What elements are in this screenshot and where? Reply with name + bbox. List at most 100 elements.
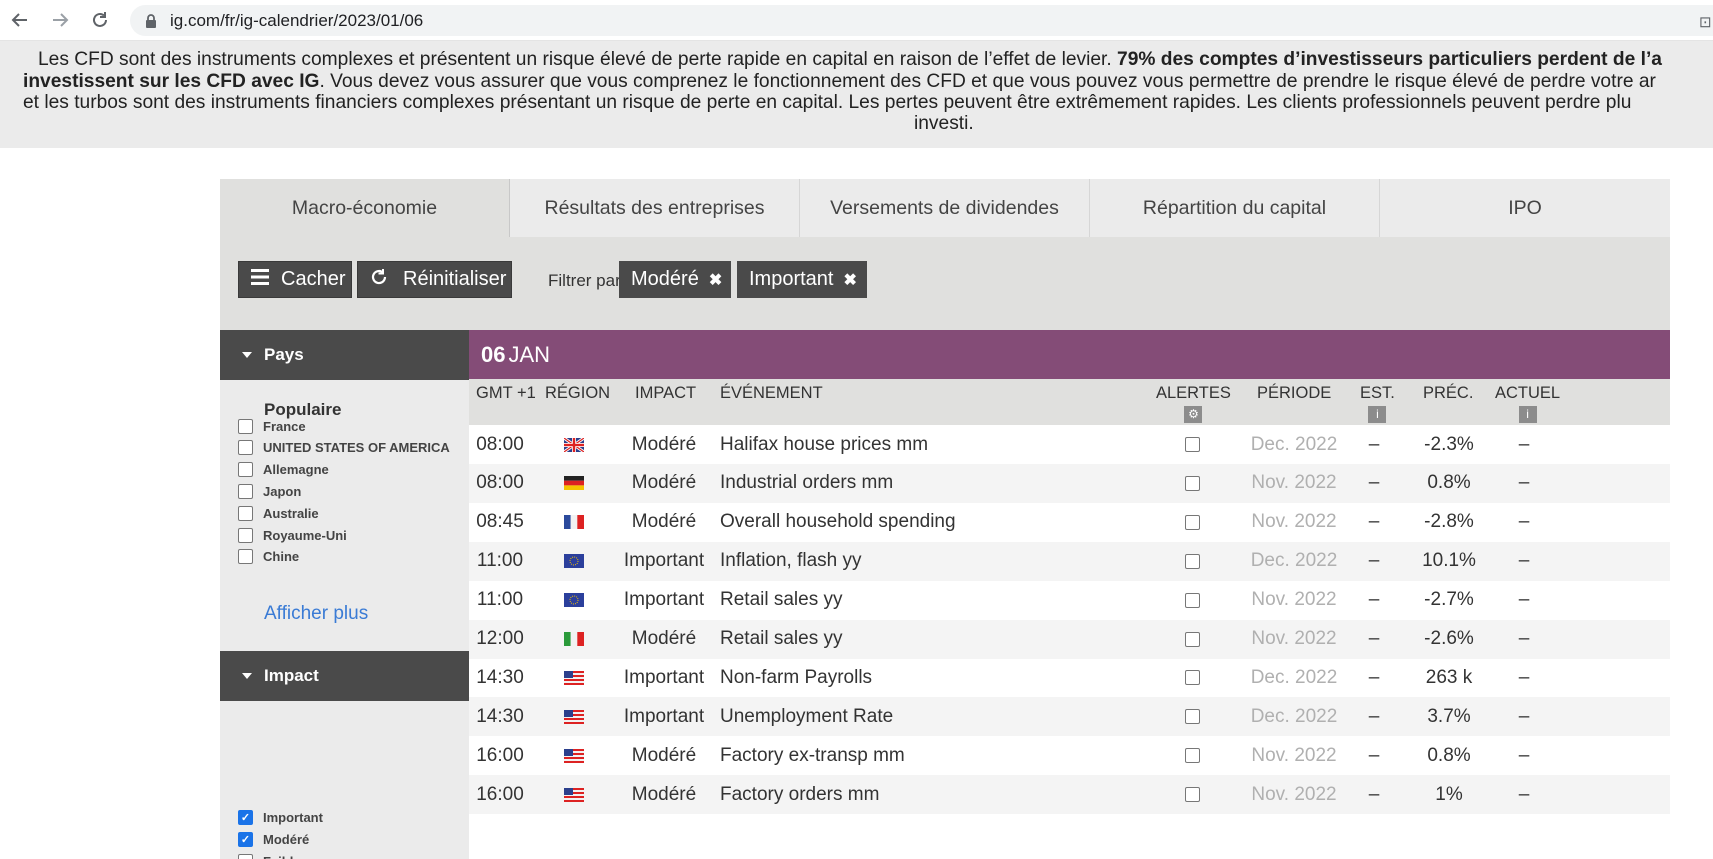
checkbox[interactable] bbox=[238, 418, 253, 434]
checkbox[interactable] bbox=[238, 483, 253, 499]
table-row[interactable]: 08:00 Modéré Industrial orders mm Nov. 2022… bbox=[469, 463, 1670, 503]
back-icon[interactable] bbox=[0, 0, 40, 41]
reload-icon[interactable] bbox=[80, 0, 120, 41]
checkbox[interactable] bbox=[238, 462, 253, 478]
checkbox-label: Faible bbox=[263, 854, 301, 859]
checkbox-label: Japon bbox=[263, 483, 302, 499]
alert-checkbox[interactable] bbox=[1184, 670, 1200, 686]
table-row[interactable]: 11:00 Important Inflation, flash yy Dec. 20… bbox=[469, 541, 1670, 581]
tab-1[interactable]: Résultats des entreprises bbox=[510, 179, 800, 237]
event-time: 11:00 bbox=[476, 589, 524, 611]
table-row[interactable]: 14:30 Important Unemployment Rate Dec. 2022… bbox=[469, 697, 1670, 737]
event-estimate: – bbox=[1368, 628, 1380, 649]
alert-checkbox[interactable] bbox=[1184, 437, 1200, 452]
filter-chip-modere[interactable]: Modéré ✖ bbox=[619, 261, 731, 298]
event-impact: Modéré bbox=[631, 783, 697, 805]
checkbox[interactable] bbox=[238, 527, 253, 543]
checkbox-checked[interactable]: ✓ bbox=[238, 831, 253, 847]
checkbox-row[interactable]: UNITED STATES OF AMERICA bbox=[238, 438, 450, 458]
filter-bar: Cacher Réinitialiser Filtrer par : Modér… bbox=[220, 237, 1670, 330]
tab-0[interactable]: Macro-économie bbox=[220, 179, 510, 237]
forward-icon[interactable] bbox=[40, 0, 80, 41]
checkbox[interactable] bbox=[238, 549, 253, 565]
event-actual: – bbox=[1518, 472, 1530, 494]
tab-4[interactable]: IPO bbox=[1380, 179, 1670, 237]
event-impact: Important bbox=[623, 550, 705, 572]
table-row[interactable]: 14:30 Important Non-farm Payrolls Dec. 2022… bbox=[469, 658, 1670, 697]
checkbox[interactable] bbox=[238, 505, 253, 521]
event-period: Dec. 2022 bbox=[1250, 433, 1338, 455]
checkbox-row[interactable]: Allemagne bbox=[238, 460, 329, 480]
france-flag-icon bbox=[564, 503, 584, 542]
checkbox-row[interactable]: Australie bbox=[238, 503, 319, 523]
reset-button[interactable]: Réinitialiser bbox=[357, 261, 512, 298]
filter-chip-important[interactable]: Important ✖ bbox=[737, 261, 867, 298]
col-actual: ACTUEL i bbox=[1495, 384, 1560, 423]
event-previous: -2.8% bbox=[1424, 511, 1474, 533]
checkbox[interactable] bbox=[238, 853, 253, 859]
checkbox-label: France bbox=[263, 418, 306, 434]
alert-checkbox-cell bbox=[1179, 658, 1205, 697]
checkbox-label: Important bbox=[263, 809, 323, 825]
table-row[interactable]: 16:00 Modéré Factory orders mm Nov. 2022–1%… bbox=[469, 775, 1670, 815]
impact-section-header[interactable]: Impact bbox=[220, 651, 469, 701]
alert-checkbox-cell bbox=[1179, 542, 1205, 581]
close-icon[interactable]: ✖ bbox=[709, 270, 722, 290]
event-actual: – bbox=[1518, 666, 1530, 688]
col-est: EST. i bbox=[1360, 384, 1395, 423]
info-icon[interactable]: i bbox=[1518, 406, 1537, 423]
checkbox-row[interactable]: ✓ Important bbox=[238, 807, 323, 827]
event-previous: -2.7% bbox=[1424, 589, 1474, 611]
checkbox-row[interactable]: Faible bbox=[238, 851, 301, 859]
checkbox-row[interactable]: Japon bbox=[238, 481, 301, 501]
alert-checkbox[interactable] bbox=[1184, 709, 1200, 725]
alert-checkbox-cell bbox=[1179, 620, 1205, 659]
alert-checkbox-cell bbox=[1179, 775, 1205, 814]
checkbox[interactable] bbox=[238, 440, 253, 456]
checkbox-row[interactable]: Royaume-Uni bbox=[238, 525, 347, 545]
risk-warning-banner: Les CFD sont des instruments complexes e… bbox=[0, 41, 1713, 148]
info-icon[interactable]: i bbox=[1368, 406, 1387, 423]
alert-checkbox[interactable] bbox=[1184, 592, 1200, 608]
gear-icon[interactable]: ⚙ bbox=[1184, 406, 1203, 423]
table-row[interactable]: 08:00 Modéré Halifax house prices mm Dec. 2… bbox=[469, 425, 1670, 464]
close-icon[interactable]: ✖ bbox=[843, 270, 856, 290]
show-more-link[interactable]: Afficher plus bbox=[264, 603, 368, 625]
event-estimate: – bbox=[1368, 783, 1380, 805]
tab-2[interactable]: Versements de dividendes bbox=[800, 179, 1090, 237]
event-period: Nov. 2022 bbox=[1251, 628, 1337, 649]
risk-line-4: investi. bbox=[914, 113, 974, 134]
tab-3[interactable]: Répartition du capital bbox=[1090, 179, 1380, 237]
checkbox-checked[interactable]: ✓ bbox=[238, 809, 253, 825]
date-day: 06 bbox=[481, 341, 506, 367]
alert-checkbox[interactable] bbox=[1184, 631, 1200, 647]
alert-checkbox[interactable] bbox=[1184, 748, 1200, 764]
event-previous: 10.1% bbox=[1422, 550, 1476, 572]
alert-checkbox-cell bbox=[1179, 697, 1205, 736]
lock-icon bbox=[144, 13, 158, 29]
alert-checkbox[interactable] bbox=[1184, 787, 1200, 803]
col-impact: IMPACT bbox=[635, 384, 697, 402]
address-bar[interactable]: ig.com/fr/ig-calendrier/2023/01/06 ⊡ bbox=[130, 5, 1713, 36]
date-header: 06 JAN bbox=[469, 330, 1670, 379]
checkbox-row[interactable]: ✓ Modéré bbox=[238, 829, 309, 849]
table-row[interactable]: 16:00 Modéré Factory ex-transp mm Nov. 2022… bbox=[469, 736, 1670, 775]
event-impact: Important bbox=[623, 589, 705, 611]
col-alerts-label: ALERTES bbox=[1156, 384, 1231, 402]
hide-button[interactable]: Cacher bbox=[238, 261, 352, 298]
alert-checkbox[interactable] bbox=[1184, 514, 1200, 530]
event-estimate: – bbox=[1368, 511, 1380, 533]
extension-icon[interactable]: ⊡ bbox=[1699, 13, 1713, 31]
alert-checkbox[interactable] bbox=[1184, 553, 1200, 569]
checkbox-row[interactable]: Chine bbox=[238, 547, 299, 567]
country-section-header[interactable]: Pays bbox=[220, 330, 469, 380]
table-row[interactable]: 11:00 Important Retail sales yy Nov. 2022– -… bbox=[469, 581, 1670, 620]
table-row[interactable]: 12:00 Modéré Retail sales yy Nov. 2022– -2.6… bbox=[469, 619, 1670, 659]
checkbox-row[interactable]: France bbox=[238, 416, 306, 436]
hide-button-label: Cacher bbox=[281, 268, 346, 290]
uk-flag-icon bbox=[564, 425, 584, 464]
alert-checkbox[interactable] bbox=[1184, 475, 1200, 491]
table-row[interactable]: 08:45 Modéré Overall household spending Nov… bbox=[469, 503, 1670, 542]
filter-chip-label: Important bbox=[749, 268, 834, 290]
event-previous: 0.8% bbox=[1427, 744, 1471, 766]
